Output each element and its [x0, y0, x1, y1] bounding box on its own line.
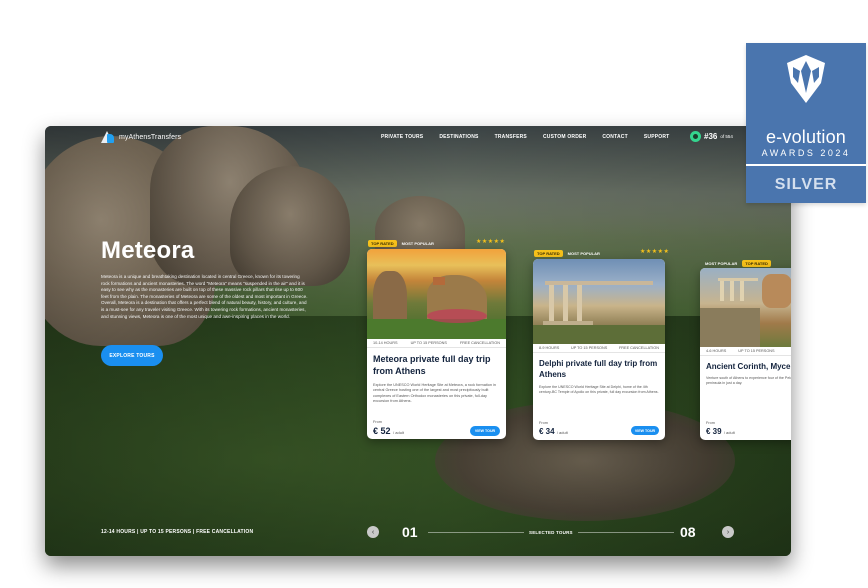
site-logo[interactable]: myAthensTransfers: [101, 131, 181, 144]
rank-number: #36: [704, 132, 718, 141]
card-info-row: 4-6 HOURS UP TO 15 PERSONS: [700, 347, 791, 356]
view-tour-button[interactable]: VIEW TOUR: [470, 426, 500, 436]
award-subtitle: AWARDS 2024: [761, 148, 851, 158]
card-title[interactable]: Ancient Corinth, Myce... Epidaurus, Nafp…: [700, 361, 791, 372]
card-persons: UP TO 15 PERSONS: [410, 341, 447, 345]
badge-most-popular: MOST POPULAR: [401, 241, 434, 246]
card-price: € 39 / adult: [706, 427, 735, 436]
tour-summary: 12-14 HOURS | UP TO 15 PERSONS | FREE CA…: [101, 529, 254, 535]
top-navigation: myAthensTransfers PRIVATE TOURS DESTINAT…: [45, 126, 791, 150]
award-title: e-volution: [765, 127, 847, 147]
card-from-label: From: [373, 420, 382, 424]
slider-track-left: [428, 532, 524, 533]
award-header: e-volution AWARDS 2024: [746, 43, 866, 164]
card-description: Explore the UNESCO World Heritage Site a…: [539, 385, 659, 395]
nav-support[interactable]: SUPPORT: [644, 134, 670, 140]
tour-card-meteora[interactable]: 10-14 HOURS UP TO 15 PERSONS FREE CANCEL…: [367, 249, 506, 439]
nav-private-tours[interactable]: PRIVATE TOURS: [381, 134, 423, 140]
card-description: Venture south of Athens to experience fo…: [706, 376, 791, 386]
tripadvisor-rank[interactable]: #36 of 554: [690, 131, 733, 142]
award-divider: [746, 164, 866, 166]
next-slide-button[interactable]: ›: [722, 526, 734, 538]
chevron-right-icon: ›: [726, 528, 730, 536]
card-badges: TOP RATED MOST POPULAR: [534, 250, 602, 257]
page: myAthensTransfers PRIVATE TOURS DESTINAT…: [0, 0, 868, 588]
card-persons: UP TO 15 PERSONS: [738, 349, 775, 353]
card-cancellation: FREE CANCELLATION: [459, 341, 500, 345]
card-title[interactable]: Delphi private full day trip from Athens: [533, 358, 665, 380]
card-image: [367, 249, 506, 339]
nav-destinations[interactable]: DESTINATIONS: [439, 134, 478, 140]
card-cancellation: FREE CANCELLATION: [618, 346, 659, 350]
card-badges: TOP RATED MOST POPULAR: [368, 240, 436, 247]
card-image: [533, 259, 665, 344]
star-rating: ★★★★★: [476, 239, 506, 245]
shield-logo-icon: [787, 55, 825, 103]
nav-custom-order[interactable]: CUSTOM ORDER: [543, 134, 586, 140]
explore-tours-button[interactable]: EXPLORE TOURS: [101, 345, 163, 366]
slider-label: SELECTED TOURS: [529, 530, 573, 535]
logo-text: myAthensTransfers: [119, 134, 182, 141]
card-info-row: 8-9 HOURS UP TO 15 PERSONS FREE CANCELLA…: [533, 344, 665, 353]
chevron-left-icon: ‹: [371, 528, 375, 536]
current-slide-number: 01: [402, 524, 418, 540]
logo-icon: [101, 131, 115, 144]
award-level: SILVER: [774, 176, 838, 193]
card-from-label: From: [539, 421, 548, 425]
card-description: Explore the UNESCO World Heritage Site a…: [373, 383, 496, 404]
hero-title: Meteora: [101, 237, 195, 264]
slider-track-right: [578, 532, 674, 533]
card-persons: UP TO 15 PERSONS: [570, 346, 608, 350]
tour-card-delphi[interactable]: 8-9 HOURS UP TO 15 PERSONS FREE CANCELLA…: [533, 259, 665, 440]
card-hours: 10-14 HOURS: [373, 341, 398, 345]
view-tour-button[interactable]: VIEW TOUR: [631, 426, 659, 435]
card-hours: 4-6 HOURS: [706, 349, 727, 353]
nav-transfers[interactable]: TRANSFERS: [495, 134, 527, 140]
owl-icon: [690, 131, 701, 142]
card-from-label: From: [706, 421, 715, 425]
website-screenshot: myAthensTransfers PRIVATE TOURS DESTINAT…: [45, 126, 791, 556]
card-badges: MOST POPULAR TOP RATED: [703, 260, 771, 267]
card-info-row: 10-14 HOURS UP TO 15 PERSONS FREE CANCEL…: [367, 339, 506, 348]
card-image: [700, 268, 791, 347]
card-title[interactable]: Meteora private full day trip from Athen…: [367, 353, 506, 377]
total-slide-number: 08: [680, 524, 696, 540]
nav-links: PRIVATE TOURS DESTINATIONS TRANSFERS CUS…: [381, 134, 685, 140]
previous-slide-button[interactable]: ‹: [367, 526, 379, 538]
award-badge: e-volution AWARDS 2024 SILVER: [746, 43, 866, 203]
card-hours: 8-9 HOURS: [539, 346, 560, 350]
badge-most-popular: MOST POPULAR: [705, 261, 738, 266]
badge-top-rated: TOP RATED: [742, 260, 771, 267]
card-price: € 34 / adult: [539, 427, 568, 436]
rank-of: of 554: [720, 134, 733, 139]
star-rating: ★★★★★: [640, 249, 670, 255]
tour-card-corinth[interactable]: 4-6 HOURS UP TO 15 PERSONS Ancient Corin…: [700, 268, 791, 440]
badge-top-rated: TOP RATED: [368, 240, 397, 247]
badge-top-rated: TOP RATED: [534, 250, 563, 257]
card-price: € 52 / adult: [373, 426, 404, 436]
hero-description: Meteora is a unique and breathtaking des…: [101, 274, 308, 319]
badge-most-popular: MOST POPULAR: [567, 251, 600, 256]
nav-contact[interactable]: CONTACT: [602, 134, 627, 140]
